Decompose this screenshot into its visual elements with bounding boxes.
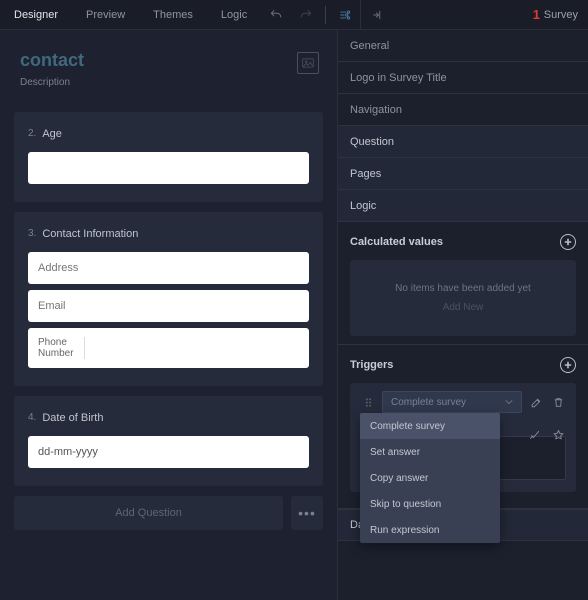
dropdown-item-set-answer[interactable]: Set answer (360, 439, 500, 465)
calculated-values-section: Calculated values No items have been add… (338, 222, 588, 345)
empty-message: No items have been added yet (395, 283, 531, 294)
tab-logic[interactable]: Logic (207, 0, 261, 29)
survey-header[interactable]: contact Description (14, 40, 323, 102)
question-title[interactable]: Date of Birth (42, 412, 103, 424)
redo-icon[interactable] (291, 0, 321, 29)
logo-placeholder-icon[interactable] (297, 52, 319, 74)
undo-icon[interactable] (261, 0, 291, 29)
phone-input[interactable]: Phone Number (28, 328, 309, 368)
section-logo[interactable]: Logo in Survey Title (338, 62, 588, 94)
edit-trigger-icon[interactable] (528, 394, 544, 410)
annotation-1: 1 (533, 7, 540, 22)
question-title[interactable]: Age (42, 128, 62, 140)
panel-title: Survey (544, 9, 578, 21)
calculated-values-empty: No items have been added yet Add New (350, 260, 576, 336)
delete-trigger-icon[interactable] (550, 394, 566, 410)
question-number: 4. (28, 412, 36, 424)
trigger-type-dropdown: Complete survey Set answer Copy answer S… (360, 413, 500, 543)
design-canvas: contact Description 2. Age 3. Contact In… (0, 30, 338, 600)
topbar-left: Designer Preview Themes Logic (0, 0, 361, 29)
email-input[interactable] (28, 290, 309, 322)
question-number: 2. (28, 128, 36, 140)
add-new-link[interactable]: Add New (443, 302, 484, 313)
trigger-type-select[interactable]: Complete survey (382, 391, 522, 413)
topbar: Designer Preview Themes Logic Survey 1 (0, 0, 588, 30)
tab-preview[interactable]: Preview (72, 0, 139, 29)
dropdown-item-skip-to-question[interactable]: Skip to question (360, 491, 500, 517)
dropdown-item-run-expression[interactable]: Run expression (360, 517, 500, 543)
trigger-item: Complete survey E (350, 383, 576, 492)
clear-expression-icon[interactable] (526, 427, 542, 443)
tab-themes[interactable]: Themes (139, 0, 207, 29)
collapse-panel-icon[interactable] (371, 0, 385, 29)
question-number: 3. (28, 228, 36, 240)
topbar-right: Survey (361, 0, 588, 29)
dropdown-item-copy-answer[interactable]: Copy answer (360, 465, 500, 491)
question-card-contact[interactable]: 3. Contact Information Phone Number (14, 212, 323, 386)
add-question-button[interactable]: Add Question (14, 496, 283, 530)
settings-icon[interactable] (330, 0, 360, 29)
question-title[interactable]: Contact Information (42, 228, 138, 240)
section-logic[interactable]: Logic (338, 190, 588, 222)
question-card-dob[interactable]: 4. Date of Birth (14, 396, 323, 486)
section-general[interactable]: General (338, 30, 588, 62)
question-card-age[interactable]: 2. Age (14, 112, 323, 202)
triggers-title: Triggers (350, 359, 393, 371)
more-options-button[interactable]: ••• (291, 496, 323, 530)
toolbar-divider (325, 6, 326, 24)
survey-description[interactable]: Description (20, 77, 317, 88)
add-calculated-value-button[interactable] (560, 234, 576, 250)
survey-title[interactable]: contact (20, 50, 317, 71)
properties-panel: General Logo in Survey Title Navigation … (338, 30, 588, 600)
dob-input[interactable] (28, 436, 309, 468)
address-input[interactable] (28, 252, 309, 284)
calculated-values-title: Calculated values (350, 236, 443, 248)
add-trigger-button[interactable] (560, 357, 576, 373)
section-navigation[interactable]: Navigation (338, 94, 588, 126)
drag-handle-icon[interactable] (360, 394, 376, 410)
dropdown-item-complete-survey[interactable]: Complete survey (360, 413, 500, 439)
age-input[interactable] (28, 152, 309, 184)
section-question[interactable]: Question (338, 126, 588, 158)
tab-designer[interactable]: Designer (0, 0, 72, 29)
triggers-section: Triggers Complete survey (338, 345, 588, 509)
section-pages[interactable]: Pages (338, 158, 588, 190)
expression-builder-icon[interactable] (550, 427, 566, 443)
